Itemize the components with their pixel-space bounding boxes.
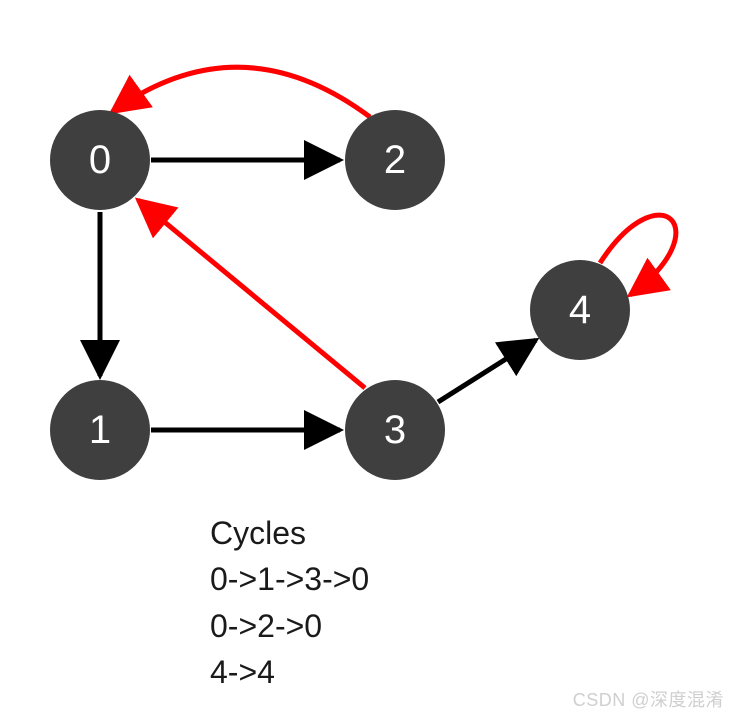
edge-2-0 [112,67,370,117]
cycle-3: 4->4 [210,649,369,695]
graph-canvas: 0 2 1 3 4 Cycles 0->1->3->0 0->2->0 4->4… [0,0,742,726]
node-0-label: 0 [89,138,111,183]
node-3: 3 [345,380,445,480]
edge-3-0 [138,200,365,388]
node-1-label: 1 [89,408,111,453]
node-1: 1 [50,380,150,480]
node-3-label: 3 [384,408,406,453]
watermark-text: CSDN @深度混淆 [573,686,724,712]
cycles-heading: Cycles [210,510,369,556]
cycle-2: 0->2->0 [210,603,369,649]
node-4-label: 4 [569,288,591,333]
edge-3-4 [438,340,536,402]
node-2-label: 2 [384,138,406,183]
cycles-list: Cycles 0->1->3->0 0->2->0 4->4 [210,510,369,696]
node-4: 4 [530,260,630,360]
edges-layer [0,0,742,726]
cycle-1: 0->1->3->0 [210,556,369,602]
node-2: 2 [345,110,445,210]
node-0: 0 [50,110,150,210]
